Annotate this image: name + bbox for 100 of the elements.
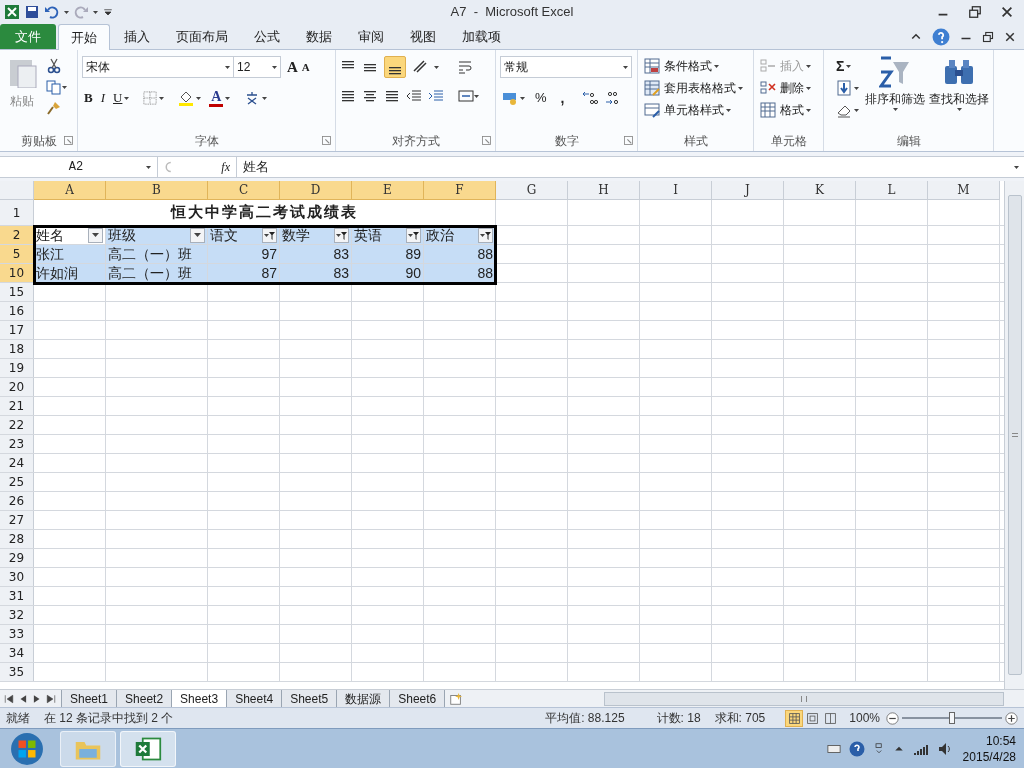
row-header[interactable]: 1: [0, 200, 34, 225]
dialog-launcher-icon[interactable]: [322, 136, 331, 145]
number-format-field[interactable]: 常规: [500, 56, 632, 78]
help-icon[interactable]: [932, 27, 950, 46]
sheet-tab[interactable]: Sheet6: [389, 689, 446, 708]
ribbon-tab[interactable]: 插入: [112, 24, 162, 49]
sheet-tab[interactable]: Sheet5: [281, 689, 338, 708]
dialog-launcher-icon[interactable]: [64, 136, 73, 145]
italic-button[interactable]: I: [98, 88, 107, 108]
column-header[interactable]: I: [640, 181, 712, 200]
column-header[interactable]: K: [784, 181, 856, 200]
text-orientation-icon[interactable]: [412, 59, 428, 75]
save-icon[interactable]: [24, 4, 40, 20]
column-header[interactable]: A: [34, 181, 106, 200]
sheet-tab[interactable]: Sheet1: [61, 689, 118, 708]
customize-toolbar-icon[interactable]: [102, 6, 114, 18]
ribbon-tab[interactable]: 审阅: [346, 24, 396, 49]
next-sheet-icon[interactable]: [32, 693, 42, 704]
row-header[interactable]: 18: [0, 340, 34, 358]
row-header[interactable]: 23: [0, 435, 34, 453]
first-sheet-icon[interactable]: [4, 693, 14, 704]
format-painter-icon[interactable]: [46, 100, 62, 116]
row-header[interactable]: 28: [0, 530, 34, 548]
row-header[interactable]: 10: [0, 264, 34, 282]
cells-menu-button[interactable]: 删除: [758, 78, 819, 98]
row-header[interactable]: 35: [0, 663, 34, 681]
row-header[interactable]: 2: [0, 226, 34, 244]
percent-button[interactable]: %: [533, 88, 549, 108]
column-header[interactable]: D: [280, 181, 352, 200]
dialog-launcher-icon[interactable]: [624, 136, 633, 145]
column-header[interactable]: F: [424, 181, 496, 200]
wrap-text-icon[interactable]: [457, 59, 473, 75]
insert-function-button[interactable]: fx: [221, 158, 230, 176]
paste-button[interactable]: 粘贴: [4, 56, 40, 116]
previous-sheet-icon[interactable]: [18, 693, 28, 704]
row-header[interactable]: 29: [0, 549, 34, 567]
taskbar-excel-button[interactable]: [120, 730, 176, 767]
zoom-level[interactable]: 100%: [849, 709, 880, 727]
merge-center-icon[interactable]: [458, 88, 474, 104]
row-header[interactable]: 16: [0, 302, 34, 320]
sheet-tab[interactable]: Sheet3: [171, 689, 228, 708]
row-header[interactable]: 19: [0, 359, 34, 377]
decrease-decimal-icon[interactable]: [604, 90, 621, 106]
sheet-tab[interactable]: Sheet2: [116, 689, 173, 708]
file-tab[interactable]: 文件: [0, 24, 56, 49]
scissors-icon[interactable]: [46, 58, 62, 74]
copy-icon[interactable]: [46, 79, 62, 95]
sheet-tab[interactable]: Sheet4: [226, 689, 283, 708]
zoom-out-icon[interactable]: [886, 711, 899, 725]
ribbon-tab[interactable]: 视图: [398, 24, 448, 49]
row-header[interactable]: 24: [0, 454, 34, 472]
column-header[interactable]: J: [712, 181, 784, 200]
row-header[interactable]: 31: [0, 587, 34, 605]
increase-indent-icon[interactable]: [428, 88, 444, 104]
cells-menu-button[interactable]: 格式: [758, 100, 819, 120]
align-center-icon[interactable]: [362, 88, 378, 104]
shrink-font-button[interactable]: A: [299, 57, 312, 77]
row-header[interactable]: 15: [0, 283, 34, 301]
increase-decimal-icon[interactable]: [582, 90, 599, 106]
column-header[interactable]: C: [208, 181, 280, 200]
vertical-scrollbar[interactable]: [1004, 181, 1024, 689]
close-icon[interactable]: [1004, 30, 1016, 43]
row-header[interactable]: 27: [0, 511, 34, 529]
help-icon[interactable]: [848, 740, 865, 757]
row-header[interactable]: 22: [0, 416, 34, 434]
sort-filter-button[interactable]: 排序和筛选: [865, 56, 925, 120]
autosum-button[interactable]: Σ: [834, 56, 861, 76]
sheet-tab[interactable]: 数据源: [336, 689, 391, 708]
ribbon-tab[interactable]: 开始: [58, 24, 110, 50]
align-right-icon[interactable]: [384, 88, 400, 104]
dialog-launcher-icon[interactable]: [482, 136, 491, 145]
ribbon-tab[interactable]: 数据: [294, 24, 344, 49]
style-menu-button[interactable]: 单元格样式: [642, 100, 749, 120]
name-box[interactable]: A2: [0, 157, 158, 177]
fill-button[interactable]: [834, 78, 861, 98]
ribbon-tab[interactable]: 页面布局: [164, 24, 240, 49]
column-header[interactable]: H: [568, 181, 640, 200]
row-header[interactable]: 5: [0, 245, 34, 263]
column-header[interactable]: B: [106, 181, 208, 200]
formula-field[interactable]: 姓名: [236, 157, 1008, 177]
view-button[interactable]: [785, 709, 804, 727]
find-select-button[interactable]: 查找和选择: [929, 56, 989, 120]
ribbon-tab[interactable]: 加载项: [450, 24, 513, 49]
row-header[interactable]: 32: [0, 606, 34, 624]
restore-icon[interactable]: [982, 30, 994, 43]
new-sheet-icon[interactable]: [449, 691, 464, 706]
decrease-indent-icon[interactable]: [406, 88, 422, 104]
zoom-slider-thumb[interactable]: [949, 712, 955, 724]
column-header[interactable]: E: [352, 181, 424, 200]
ribbon-tab[interactable]: 公式: [242, 24, 292, 49]
font-color-button[interactable]: A: [207, 88, 233, 108]
horizontal-scrollbar[interactable]: [604, 691, 1004, 706]
align-left-icon[interactable]: [340, 88, 356, 104]
column-header[interactable]: L: [856, 181, 928, 200]
font-name-field[interactable]: 宋体: [82, 56, 234, 78]
bold-button[interactable]: B: [82, 88, 95, 108]
row-header[interactable]: 34: [0, 644, 34, 662]
row-header[interactable]: 17: [0, 321, 34, 339]
comma-button[interactable]: ,: [554, 88, 571, 108]
zoom-in-icon[interactable]: [1005, 711, 1018, 725]
